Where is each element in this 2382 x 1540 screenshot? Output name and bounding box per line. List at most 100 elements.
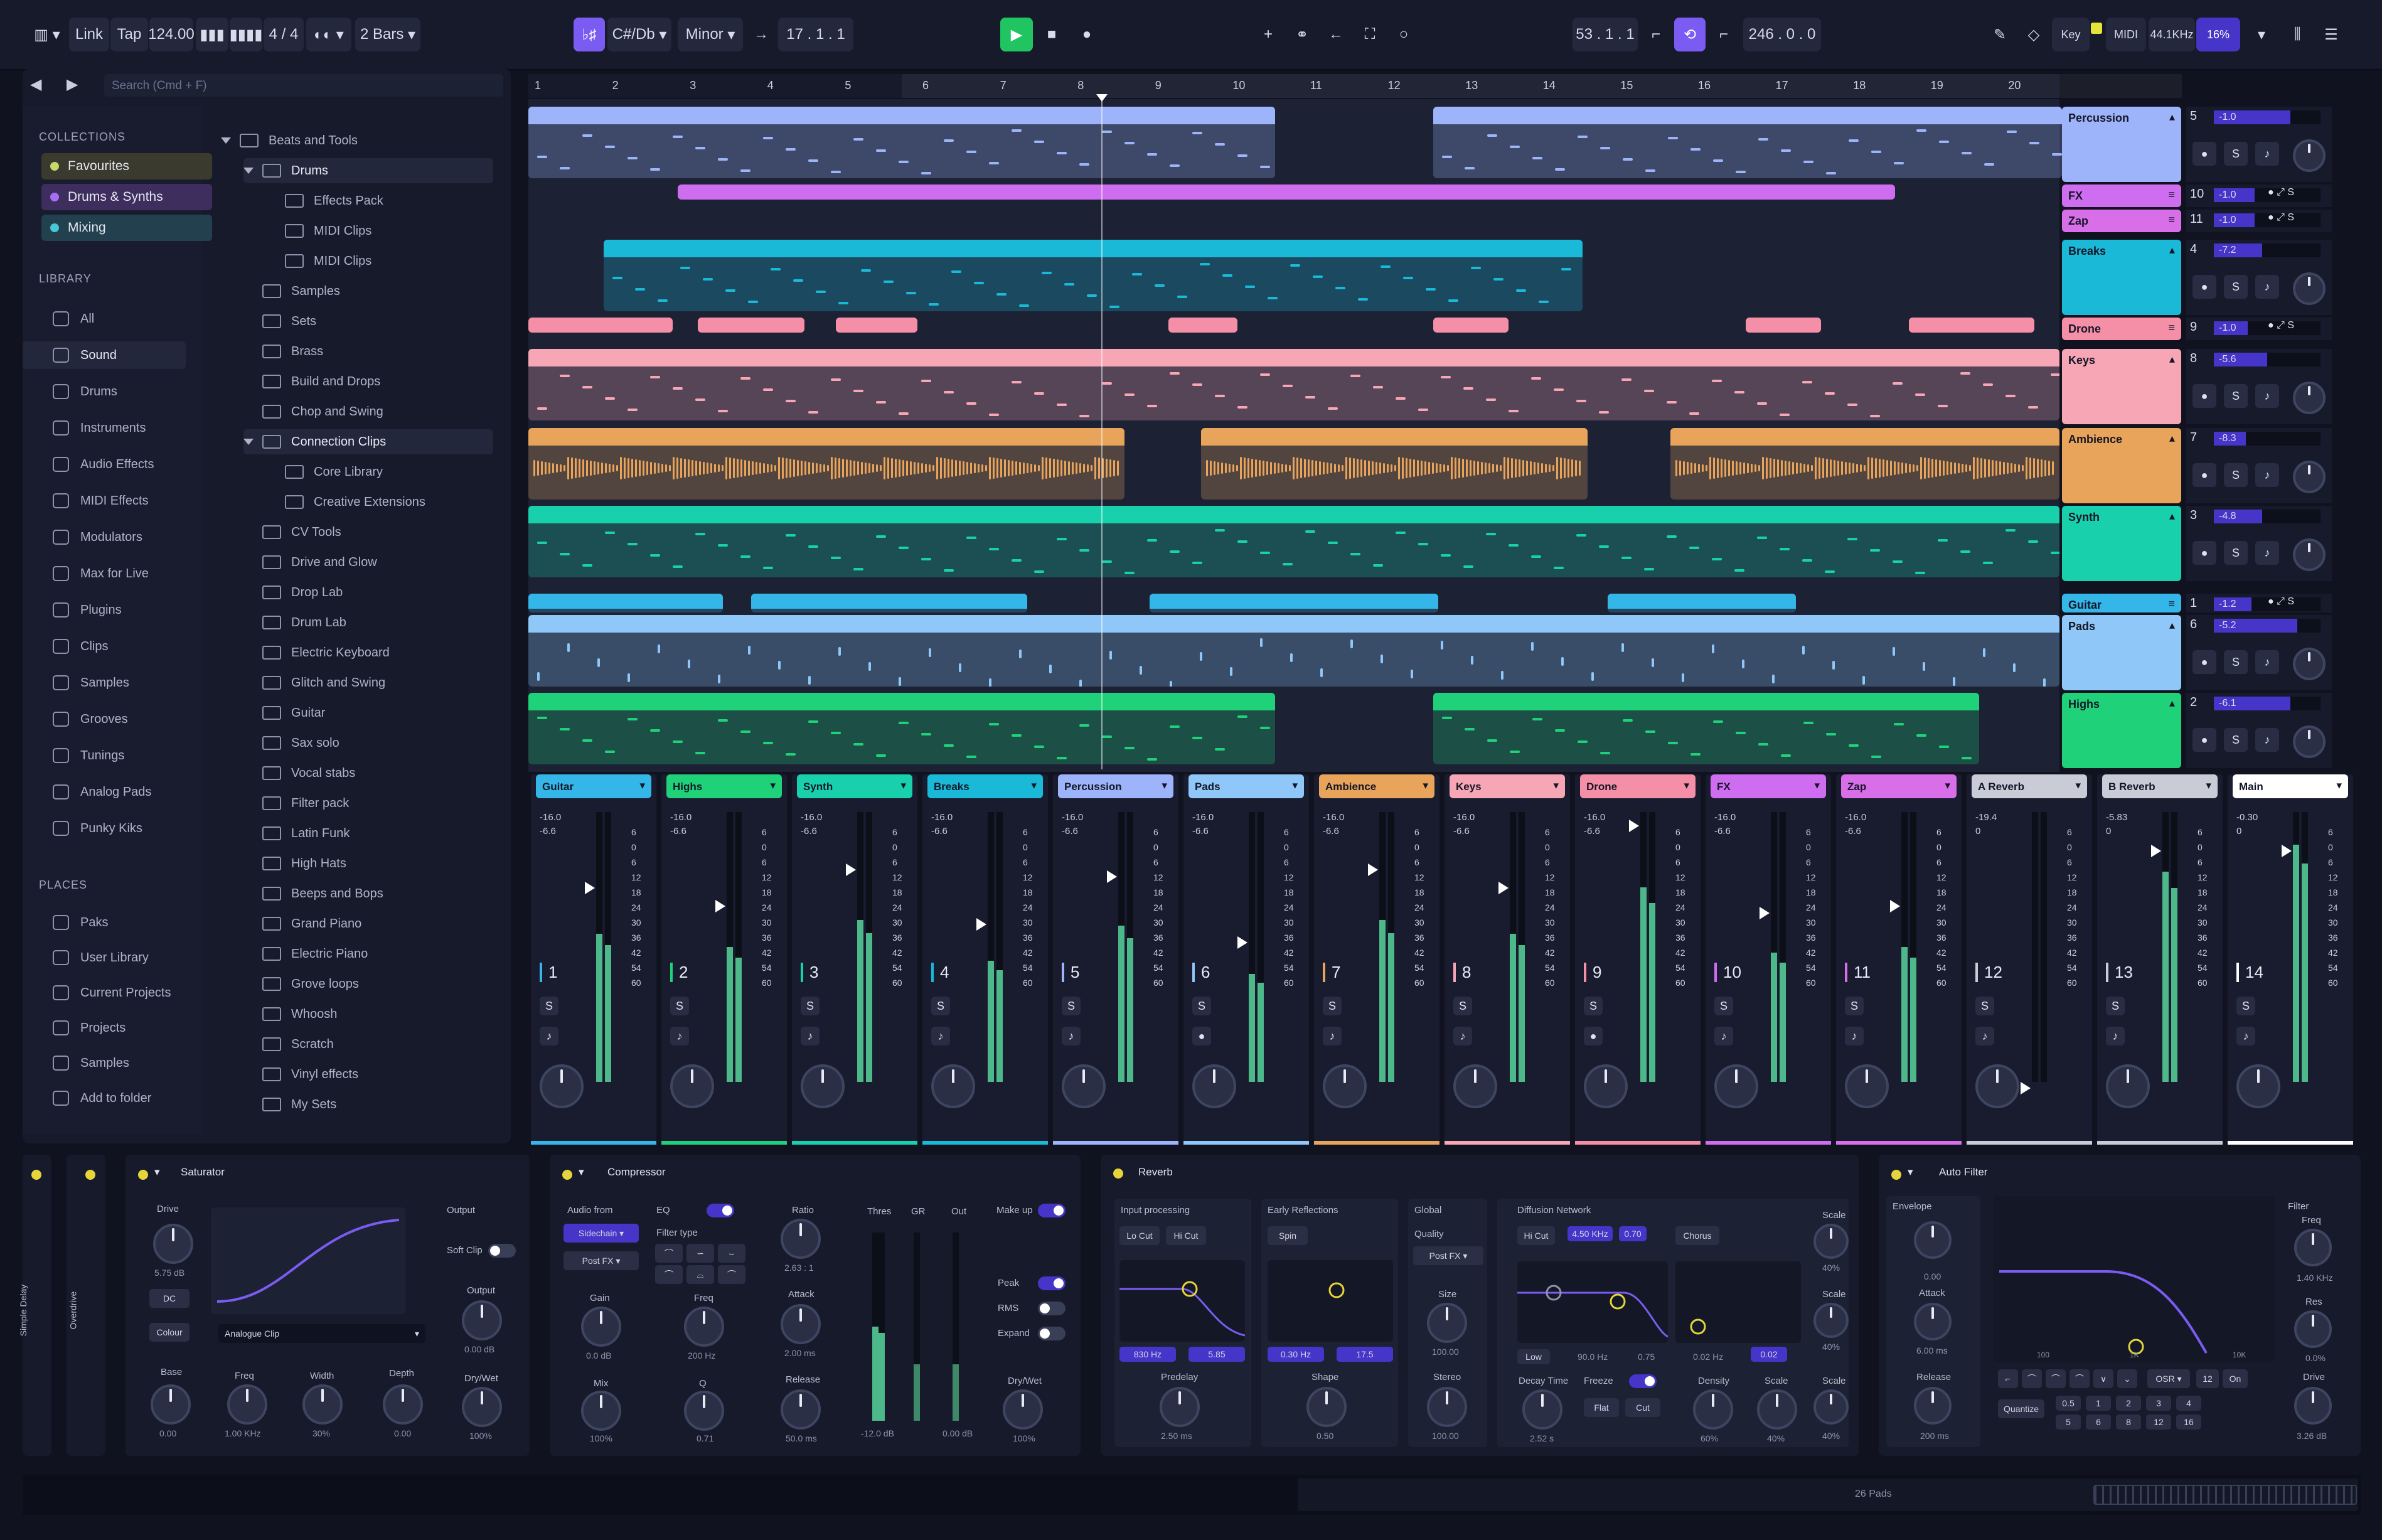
rms-toggle[interactable] (1038, 1302, 1065, 1315)
filter-shape-icon[interactable]: ⌓ (686, 1265, 714, 1284)
nudge-icon[interactable]: ▮▮▮ (196, 18, 228, 51)
clip[interactable] (678, 184, 1895, 200)
envelope-knob[interactable] (1914, 1221, 1952, 1259)
tap-button[interactable]: Tap (110, 18, 148, 51)
track-menu-icon[interactable]: ≡ (2168, 597, 2175, 611)
strip-name[interactable]: A Reverb ▾ (1972, 774, 2087, 798)
tempo-field[interactable]: 124.00 (148, 18, 195, 51)
chevron-down-icon[interactable]: ▾ (1423, 779, 1428, 792)
track-volume-slider[interactable]: -5.2 (2214, 619, 2321, 633)
track-name[interactable]: Ambience ▴ (2062, 428, 2181, 503)
quantize-grid-button[interactable]: 1 (2086, 1396, 2111, 1411)
track-name[interactable]: Guitar ≡ (2062, 594, 2181, 612)
quantize-grid-button[interactable]: 0.5 (2056, 1396, 2081, 1411)
eq-toggle[interactable] (707, 1204, 734, 1217)
chevron-down-icon[interactable]: ▾ (770, 779, 776, 792)
link-button[interactable]: Link (69, 18, 109, 51)
key-map-button[interactable]: Key (2052, 18, 2090, 51)
spin-button[interactable]: Spin (1268, 1226, 1308, 1245)
chevron-down-icon[interactable]: ▾ (1945, 779, 1950, 792)
fader-handle[interactable] (1107, 870, 1117, 884)
chevron-down-icon[interactable]: ▾ (1162, 779, 1167, 792)
clip[interactable] (1746, 318, 1821, 333)
filter-response-graph[interactable] (1993, 1196, 2275, 1362)
monitor-button[interactable]: ♪ (801, 1027, 820, 1045)
ratio-knob[interactable] (781, 1219, 821, 1259)
pan-knob[interactable] (2293, 725, 2326, 758)
library-item[interactable]: Modulators (23, 523, 186, 551)
pan-knob[interactable] (1714, 1064, 1758, 1108)
place-item[interactable]: Current Projects (23, 979, 186, 1007)
input-q-field[interactable]: 5.85 (1188, 1347, 1245, 1362)
track-menu-icon[interactable]: ≡ (2168, 188, 2175, 201)
chevron-down-icon[interactable]: ▾ (900, 779, 906, 792)
search-input[interactable]: Search (Cmd + F) (104, 74, 503, 97)
attack-knob[interactable] (781, 1304, 821, 1344)
monitor-button[interactable]: ♪ (670, 1027, 689, 1045)
scale-knob[interactable] (1813, 1303, 1849, 1338)
tree-folder[interactable]: Grove loops (243, 971, 493, 997)
quality-dropdown[interactable]: Post FX ▾ (1413, 1246, 1483, 1265)
library-item[interactable]: Sound (23, 341, 186, 369)
device-collapse-icon[interactable]: ▾ (579, 1166, 584, 1179)
back-arrow-icon[interactable]: ← (1320, 18, 1352, 51)
filter-shape-icon[interactable]: ⌒ (2046, 1369, 2066, 1388)
fader-handle[interactable] (1368, 863, 1378, 876)
tree-folder[interactable]: Brass (243, 339, 493, 364)
quantize-grid-button[interactable]: 16 (2176, 1414, 2201, 1430)
track-lane[interactable] (528, 349, 2059, 424)
arm-button[interactable]: ● (2192, 728, 2216, 752)
tree-folder[interactable]: Build and Drops (243, 369, 493, 394)
monitor-button[interactable]: ♪ (1062, 1027, 1081, 1045)
device-collapse-icon[interactable]: ▾ (154, 1166, 160, 1179)
fader-handle[interactable] (976, 917, 986, 931)
chevron-down-icon[interactable]: ▾ (639, 779, 645, 792)
tree-folder[interactable]: Drums (243, 158, 493, 183)
fader-handle[interactable] (715, 899, 725, 912)
arm-button[interactable]: ● (2192, 650, 2216, 674)
filter-shape-icon[interactable]: ⌒ (655, 1244, 683, 1263)
bar-ruler[interactable]: 1 2 3 4 5 6 7 8 9 10 11 12 13 14 15 16 17 18 19 20 (528, 74, 2182, 98)
track-volume-slider[interactable]: -1.0 (2214, 188, 2321, 202)
clip[interactable] (528, 594, 723, 612)
forward-nav-icon[interactable]: ▶ (67, 75, 78, 94)
fader-handle[interactable] (846, 863, 856, 876)
er-freq-field[interactable]: 0.30 Hz (1268, 1347, 1324, 1362)
library-item[interactable]: All (23, 305, 186, 333)
tree-folder[interactable]: Guitar (243, 700, 493, 725)
collapse-icon[interactable]: ▴ (2169, 353, 2175, 366)
filter-shape-icon[interactable]: ⌄ (2117, 1369, 2137, 1388)
clip[interactable] (528, 428, 1124, 500)
strip-name[interactable]: Drone ▾ (1580, 774, 1696, 798)
arm-button[interactable]: ● (2192, 384, 2216, 408)
solo-button[interactable]: S (1453, 997, 1472, 1015)
pan-knob[interactable] (2293, 382, 2326, 414)
clip[interactable] (698, 318, 804, 333)
fader-handle[interactable] (1629, 820, 1639, 833)
place-item[interactable]: Projects (23, 1014, 186, 1042)
tree-folder[interactable]: Drop Lab (243, 580, 493, 605)
pan-knob[interactable] (1323, 1064, 1367, 1108)
tree-folder[interactable]: Chop and Swing (243, 399, 493, 424)
quantize-dropdown[interactable]: 2 Bars ▾ (355, 18, 420, 51)
tree-folder[interactable]: Beeps and Bops (243, 881, 493, 906)
monitor-button[interactable]: ♪ (2255, 275, 2279, 299)
follow-arrow-icon[interactable]: → (745, 18, 777, 51)
stereo-knob[interactable] (1427, 1387, 1467, 1427)
play-button[interactable]: ▶ (1000, 18, 1033, 51)
monitor-button[interactable]: ♪ (2106, 1027, 2125, 1045)
monitor-button[interactable]: ● (1584, 1027, 1603, 1045)
place-item[interactable]: Add to folder (23, 1084, 186, 1112)
solo-button[interactable]: S (2224, 384, 2248, 408)
chevron-down-icon[interactable]: ▾ (2336, 779, 2342, 792)
pan-knob[interactable] (1845, 1064, 1889, 1108)
chorus-amount-field[interactable]: 0.02 (1751, 1347, 1787, 1362)
track-name[interactable]: Breaks ▴ (2062, 240, 2181, 315)
pan-knob[interactable] (1192, 1064, 1236, 1108)
track-lane[interactable] (528, 184, 2059, 207)
tree-folder[interactable]: Electric Piano (243, 941, 493, 966)
clip[interactable] (528, 615, 2059, 687)
arrangement-view[interactable] (528, 99, 2062, 772)
freq-knob[interactable] (2294, 1229, 2332, 1266)
record-button[interactable]: ● (1071, 18, 1103, 51)
